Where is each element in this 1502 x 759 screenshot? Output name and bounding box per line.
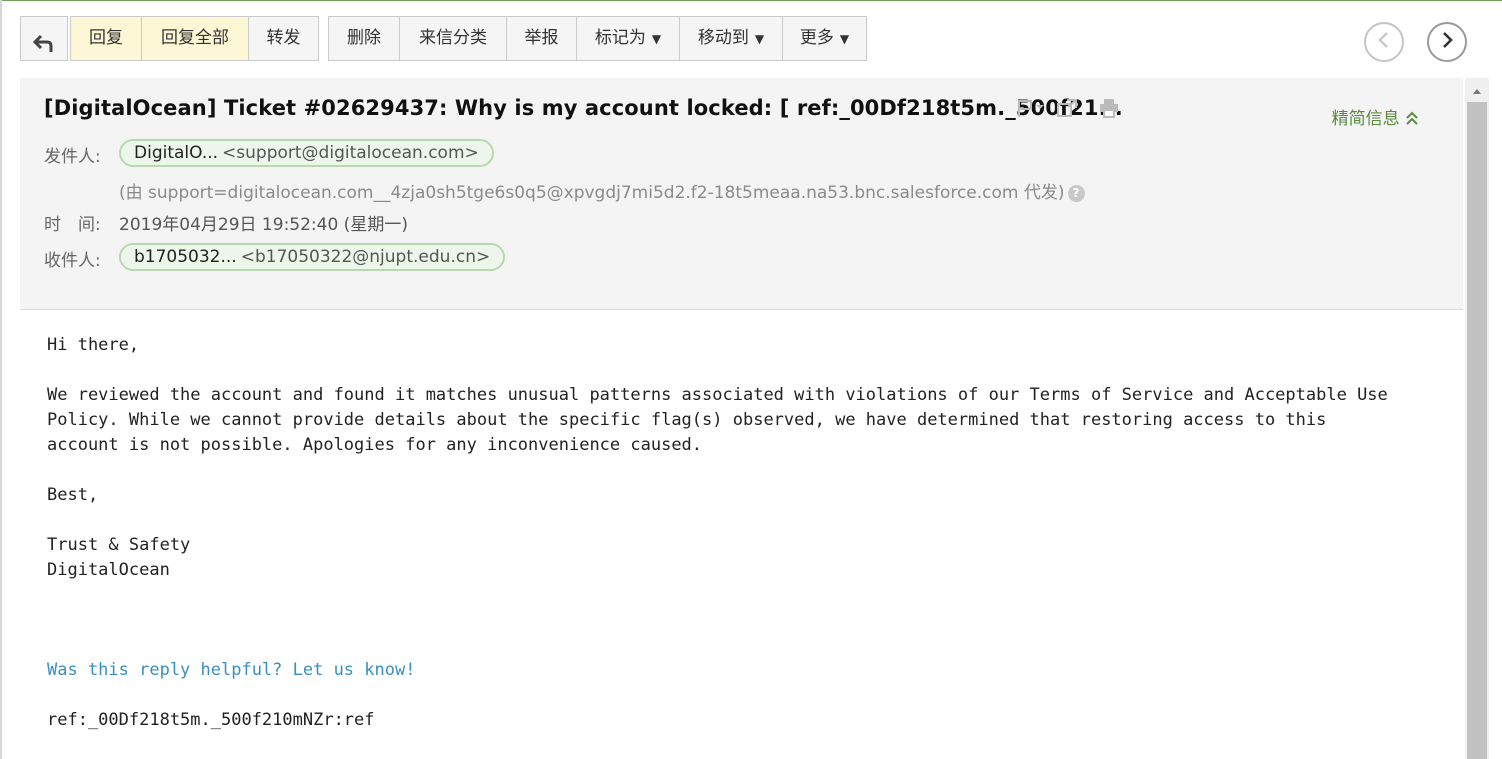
back-button[interactable] bbox=[20, 16, 68, 61]
feedback-link[interactable]: Was this reply helpful? Let us know! bbox=[47, 658, 415, 683]
caret-down-icon: ▼ bbox=[651, 32, 662, 46]
mail-subject: [DigitalOcean] Ticket #02629437: Why is … bbox=[44, 96, 1123, 120]
flag-icon[interactable] bbox=[1016, 98, 1046, 122]
chevron-right-icon bbox=[1440, 31, 1454, 53]
body-line-2: Policy. While we cannot provide details … bbox=[47, 410, 1327, 430]
back-arrow-icon bbox=[32, 28, 55, 71]
to-label: 收件人: bbox=[44, 251, 101, 271]
company-line: DigitalOcean bbox=[47, 560, 170, 580]
mark-as-label: 标记为 bbox=[594, 28, 646, 48]
time-value: 2019年04月29日 19:52:40 (星期一) bbox=[119, 215, 408, 235]
delete-button[interactable]: 删除 bbox=[328, 16, 400, 61]
recipient-chip[interactable]: b1705032... <b17050322@njupt.edu.cn> bbox=[119, 243, 506, 271]
subject-actions bbox=[1016, 98, 1120, 122]
help-icon[interactable]: ? bbox=[1067, 185, 1085, 202]
body-line-1: We reviewed the account and found it mat… bbox=[47, 385, 1388, 405]
open-new-window-icon[interactable] bbox=[1056, 98, 1078, 122]
time-label: 时 间: bbox=[44, 215, 101, 235]
window-top-border bbox=[0, 0, 1502, 1]
chevron-left-icon bbox=[1377, 31, 1391, 53]
caret-down-icon: ▼ bbox=[754, 32, 765, 46]
greeting-line: Hi there, bbox=[47, 335, 140, 355]
scroll-up-button[interactable] bbox=[1465, 78, 1489, 100]
brief-info-toggle[interactable]: 精简信息 bbox=[1332, 104, 1419, 129]
print-icon[interactable] bbox=[1098, 98, 1120, 122]
sent-via-text: (由 support=digitalocean.com__4zja0sh5tge… bbox=[119, 183, 1065, 203]
forward-button[interactable]: 转发 bbox=[248, 16, 319, 61]
mark-as-dropdown[interactable]: 标记为 ▼ bbox=[576, 16, 680, 61]
sender-address: <support@digitalocean.com> bbox=[222, 143, 479, 163]
reply-all-button[interactable]: 回复全部 bbox=[141, 16, 249, 61]
scrollbar-thumb[interactable] bbox=[1467, 102, 1487, 759]
move-to-dropdown[interactable]: 移动到 ▼ bbox=[679, 16, 783, 61]
classify-button[interactable]: 来信分类 bbox=[399, 16, 507, 61]
window-left-border bbox=[0, 0, 2, 759]
next-mail-button[interactable] bbox=[1427, 22, 1467, 62]
body-line-3: account is not possible. Apologies for a… bbox=[47, 435, 703, 455]
scroll-up-arrow-icon bbox=[1472, 80, 1482, 99]
more-dropdown[interactable]: 更多 ▼ bbox=[782, 16, 867, 61]
sender-chip[interactable]: DigitalO... <support@digitalocean.com> bbox=[119, 139, 494, 167]
previous-mail-button[interactable] bbox=[1364, 22, 1404, 62]
recipient-name: b1705032... bbox=[134, 247, 237, 267]
sender-name: DigitalO... bbox=[134, 143, 219, 163]
recipient-address: <b17050322@njupt.edu.cn> bbox=[240, 247, 491, 267]
from-label: 发件人: bbox=[44, 147, 101, 167]
ref-line: ref:_00Df218t5m._500f210mNZr:ref bbox=[47, 710, 375, 730]
team-line: Trust & Safety bbox=[47, 535, 191, 555]
mail-header: [DigitalOcean] Ticket #02629437: Why is … bbox=[20, 78, 1463, 310]
signoff-line: Best, bbox=[47, 485, 99, 505]
sent-via-note: (由 support=digitalocean.com__4zja0sh5tge… bbox=[119, 178, 1085, 203]
move-to-label: 移动到 bbox=[697, 28, 749, 48]
report-button[interactable]: 举报 bbox=[506, 16, 577, 61]
reply-button[interactable]: 回复 bbox=[70, 16, 142, 61]
caret-down-icon: ▼ bbox=[839, 32, 850, 46]
double-chevron-up-icon bbox=[1405, 109, 1419, 129]
brief-info-label: 精简信息 bbox=[1331, 109, 1400, 129]
more-label: 更多 bbox=[799, 28, 834, 48]
